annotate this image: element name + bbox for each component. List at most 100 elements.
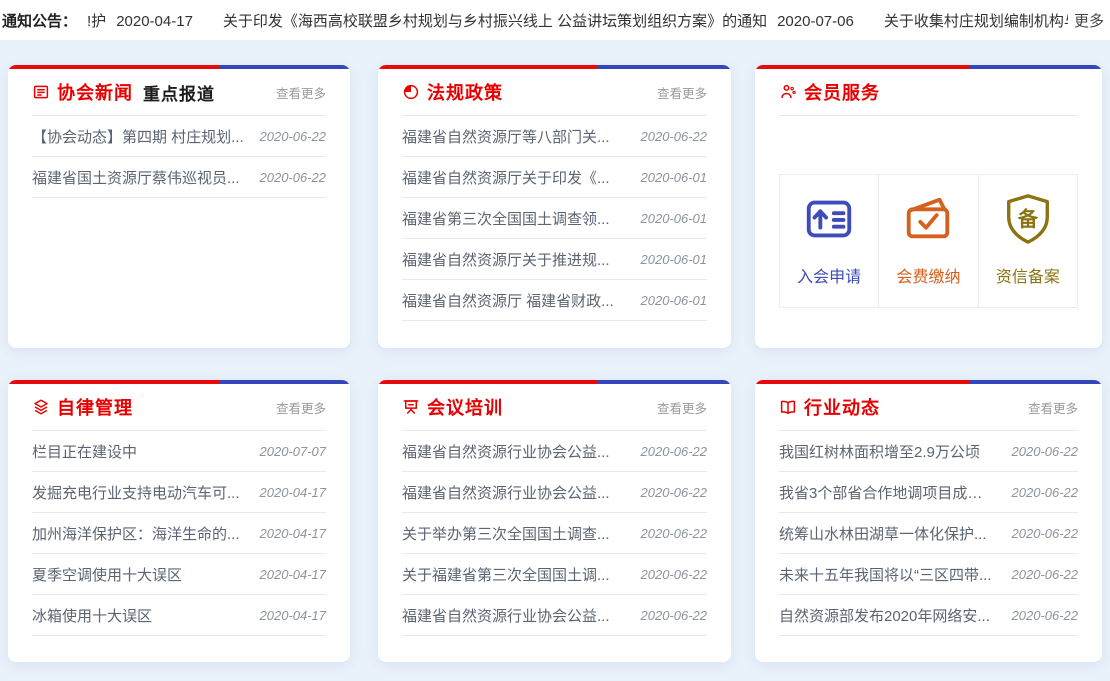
notice-bar-label: 通知公告：	[2, 10, 77, 31]
item-date: 2020-06-22	[1012, 485, 1079, 500]
list-item[interactable]: 福建省国土资源厅蔡伟巡视员... 2020-06-22	[32, 157, 326, 198]
item-title: 福建省自然资源厅关于印发《...	[402, 167, 610, 188]
panel-title: 行业动态	[804, 394, 880, 420]
item-date: 2020-06-22	[1012, 567, 1079, 582]
item-title: 栏目正在建设中	[32, 441, 137, 462]
panel-regulations-policies: 法规政策 查看更多 福建省自然资源厅等八部门关... 2020-06-22 福建…	[378, 65, 731, 348]
panel-self-discipline: 自律管理 查看更多 栏目正在建设中 2020-07-07 发掘充电行业支持电动汽…	[8, 380, 350, 662]
item-date: 2020-04-17	[260, 526, 327, 541]
item-title: 统筹山水林田湖草一体化保护...	[779, 523, 987, 544]
item-title: 关于福建省第三次全国国土调...	[402, 564, 610, 585]
apply-upload-icon	[802, 192, 856, 246]
list-item[interactable]: 福建省自然资源行业协会公益... 2020-06-22	[402, 431, 707, 472]
item-date: 2020-04-17	[260, 485, 327, 500]
view-more-link[interactable]: 查看更多	[657, 398, 707, 417]
service-apply-membership[interactable]: 入会申请	[780, 175, 878, 307]
item-date: 2020-06-22	[1012, 444, 1079, 459]
item-date: 2020-06-01	[641, 170, 708, 185]
list-item[interactable]: 未来十五年我国将以“三区四带... 2020-06-22	[779, 554, 1078, 595]
item-title: 关于举办第三次全国国土调查...	[402, 523, 610, 544]
panel-title: 会议培训	[427, 394, 503, 420]
notice-ticker: !护2020-04-17 关于印发《海西高校联盟乡村规划与乡村振兴线上 公益讲坛…	[87, 10, 1068, 31]
notice-item[interactable]: 关于收集村庄规划编制机构与规划设计师信息的	[884, 10, 1068, 31]
panel-association-news: 协会新闻 重点报道 查看更多 【协会动态】第四期 村庄规划... 2020-06…	[8, 65, 350, 348]
item-date: 2020-06-01	[641, 211, 708, 226]
credit-record-shield-icon: 备	[1001, 192, 1055, 246]
list-item[interactable]: 加州海洋保护区：海洋生命的... 2020-04-17	[32, 513, 326, 554]
item-date: 2020-06-01	[641, 293, 708, 308]
item-date: 2020-06-22	[641, 444, 708, 459]
notice-item[interactable]: 关于印发《海西高校联盟乡村规划与乡村振兴线上 公益讲坛策划组织方案》的通知202…	[223, 10, 854, 31]
list-item[interactable]: 福建省自然资源厅关于印发《... 2020-06-01	[402, 157, 707, 198]
list-item[interactable]: 我省3个部省合作地调项目成果... 2020-06-22	[779, 472, 1078, 513]
list-item[interactable]: 关于福建省第三次全国国土调... 2020-06-22	[402, 554, 707, 595]
panel-title: 协会新闻	[57, 79, 133, 105]
item-title: 加州海洋保护区：海洋生命的...	[32, 523, 240, 544]
item-title: 福建省自然资源行业协会公益...	[402, 605, 610, 626]
notice-item-text: 关于收集村庄规划编制机构与规划设计师信息的	[884, 13, 1068, 30]
item-date: 2020-07-07	[260, 444, 327, 459]
item-title: 夏季空调使用十大误区	[32, 564, 182, 585]
item-title: 福建省自然资源行业协会公益...	[402, 482, 610, 503]
list-item[interactable]: 我国红树林面积增至2.9万公顷 2020-06-22	[779, 431, 1078, 472]
panel-title: 会员服务	[804, 79, 880, 105]
list-item[interactable]: 冰箱使用十大误区 2020-04-17	[32, 595, 326, 636]
panel-header: 会员服务	[779, 69, 1078, 116]
panel-title: 自律管理	[57, 394, 133, 420]
list-item[interactable]: 福建省自然资源厅等八部门关... 2020-06-22	[402, 116, 707, 157]
layers-icon	[32, 398, 50, 416]
panel-meetings-training: 会议培训 查看更多 福建省自然资源行业协会公益... 2020-06-22 福建…	[378, 380, 731, 662]
list-item[interactable]: 福建省自然资源行业协会公益... 2020-06-22	[402, 595, 707, 636]
item-date: 2020-06-22	[641, 485, 708, 500]
list-item[interactable]: 福建省自然资源厅 福建省财政... 2020-06-01	[402, 280, 707, 321]
list-item[interactable]: 【协会动态】第四期 村庄规划... 2020-06-22	[32, 116, 326, 157]
item-title: 未来十五年我国将以“三区四带...	[779, 564, 992, 585]
item-title: 福建省自然资源行业协会公益...	[402, 441, 610, 462]
item-date: 2020-06-22	[1012, 526, 1079, 541]
item-title: 发掘充电行业支持电动汽车可...	[32, 482, 240, 503]
panel-header: 自律管理 查看更多	[32, 384, 326, 431]
service-label: 会费缴纳	[879, 263, 977, 287]
list-item[interactable]: 统筹山水林田湖草一体化保护... 2020-06-22	[779, 513, 1078, 554]
member-icon	[779, 83, 797, 101]
list-item[interactable]: 发掘充电行业支持电动汽车可... 2020-04-17	[32, 472, 326, 513]
list-item[interactable]: 福建省自然资源行业协会公益... 2020-06-22	[402, 472, 707, 513]
item-date: 2020-06-22	[641, 567, 708, 582]
item-date: 2020-06-22	[641, 608, 708, 623]
panel-header: 会议培训 查看更多	[402, 384, 707, 431]
view-more-link[interactable]: 查看更多	[657, 83, 707, 102]
notice-more-link[interactable]: 更多	[1074, 10, 1104, 31]
item-date: 2020-04-17	[260, 608, 327, 623]
item-title: 冰箱使用十大误区	[32, 605, 152, 626]
service-shortcuts: 入会申请 会费缴纳 备	[779, 174, 1078, 308]
item-title: 福建省自然资源厅等八部门关...	[402, 126, 610, 147]
list-item[interactable]: 福建省自然资源厅关于推进规... 2020-06-01	[402, 239, 707, 280]
notice-item[interactable]: !护2020-04-17	[87, 10, 193, 31]
panel-member-services: 会员服务 入会申请	[755, 65, 1102, 348]
service-credit-record[interactable]: 备 资信备案	[978, 175, 1077, 307]
service-fee-payment[interactable]: 会费缴纳	[878, 175, 977, 307]
notice-item-date: 2020-07-06	[777, 13, 854, 30]
service-label: 入会申请	[780, 263, 878, 287]
globe-icon	[402, 83, 420, 101]
item-title: 福建省国土资源厅蔡伟巡视员...	[32, 167, 240, 188]
list-item[interactable]: 关于举办第三次全国国土调查... 2020-06-22	[402, 513, 707, 554]
item-title: 福建省自然资源厅关于推进规...	[402, 249, 610, 270]
panel-header: 行业动态 查看更多	[779, 384, 1078, 431]
panel-header: 协会新闻 重点报道 查看更多	[32, 69, 326, 116]
shield-glyph: 备	[1017, 207, 1039, 231]
list-item[interactable]: 夏季空调使用十大误区 2020-04-17	[32, 554, 326, 595]
item-date: 2020-06-22	[641, 129, 708, 144]
list-item[interactable]: 自然资源部发布2020年网络安... 2020-06-22	[779, 595, 1078, 636]
view-more-link[interactable]: 查看更多	[1028, 398, 1078, 417]
notice-bar: 通知公告： !护2020-04-17 关于印发《海西高校联盟乡村规划与乡村振兴线…	[0, 0, 1110, 40]
item-date: 2020-06-22	[1012, 608, 1079, 623]
panel-title: 法规政策	[427, 79, 503, 105]
item-date: 2020-06-22	[260, 129, 327, 144]
view-more-link[interactable]: 查看更多	[276, 83, 326, 102]
list-item[interactable]: 福建省第三次全国国土调查领... 2020-06-01	[402, 198, 707, 239]
item-date: 2020-06-22	[641, 526, 708, 541]
view-more-link[interactable]: 查看更多	[276, 398, 326, 417]
service-label: 资信备案	[979, 263, 1077, 287]
list-item[interactable]: 栏目正在建设中 2020-07-07	[32, 431, 326, 472]
